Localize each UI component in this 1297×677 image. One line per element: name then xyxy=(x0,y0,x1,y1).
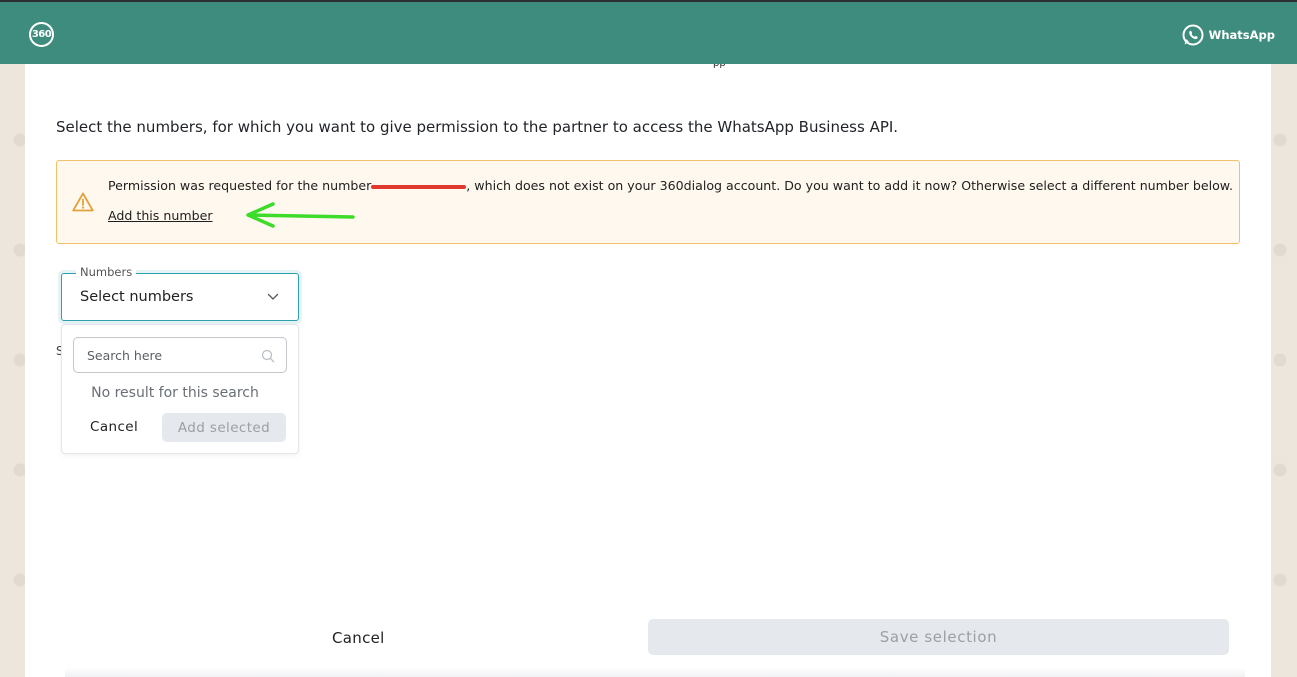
numbers-field-legend: Numbers xyxy=(76,265,137,279)
intro-text: Select the numbers, for which you want t… xyxy=(56,118,899,136)
cancel-button[interactable]: Cancel xyxy=(332,629,385,647)
warning-alert: Permission was requested for the number,… xyxy=(56,160,1240,244)
top-bar: 360 WhatsApp xyxy=(0,0,1297,64)
alert-text-after: , which does not exist on your 360dialog… xyxy=(466,178,1233,193)
no-result-message: No result for this search xyxy=(91,385,259,401)
numbers-select-value: Select numbers xyxy=(80,289,194,305)
search-box[interactable] xyxy=(73,337,287,373)
numbers-dropdown: No result for this search Cancel Add sel… xyxy=(61,324,299,454)
alert-text-before: Permission was requested for the number xyxy=(108,178,372,193)
chevron-down-icon[interactable] xyxy=(267,293,279,301)
logo-360-icon[interactable]: 360 xyxy=(29,22,54,47)
alert-message: Permission was requested for the number,… xyxy=(108,178,1233,193)
numbers-select[interactable]: Numbers Select numbers xyxy=(61,265,299,321)
save-selection-button[interactable]: Save selection xyxy=(648,619,1229,655)
whatsapp-label: WhatsApp xyxy=(1208,28,1275,42)
whatsapp-icon xyxy=(1182,24,1204,46)
dropdown-cancel-button[interactable]: Cancel xyxy=(90,419,138,435)
clipped-heading-fragment: pp xyxy=(713,64,725,68)
add-this-number-link[interactable]: Add this number xyxy=(108,208,213,223)
warning-icon xyxy=(72,192,94,212)
search-icon xyxy=(261,349,275,363)
add-selected-button[interactable]: Add selected xyxy=(162,413,286,442)
whatsapp-logo: WhatsApp xyxy=(1180,22,1275,48)
bottom-shadow xyxy=(65,667,1245,677)
redacted-number xyxy=(371,182,467,192)
search-input[interactable] xyxy=(74,338,286,372)
main-panel: pp Select the numbers, for which you wan… xyxy=(25,64,1271,677)
green-arrow-annotation xyxy=(246,202,355,228)
